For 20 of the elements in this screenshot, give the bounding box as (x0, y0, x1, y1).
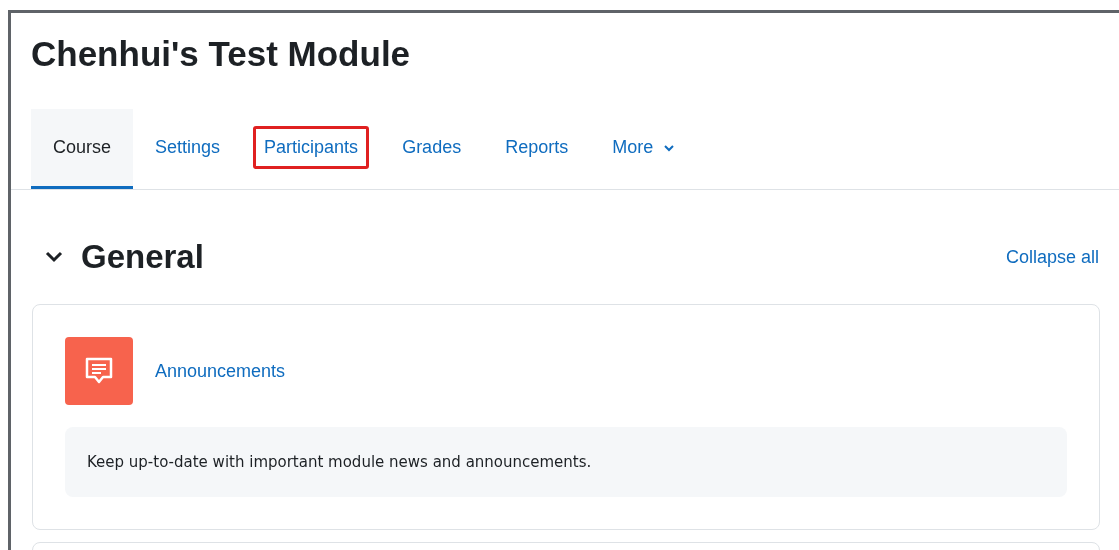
tab[interactable]: Reports (483, 109, 591, 189)
tab-label: More (611, 136, 655, 159)
tab-label: Grades (401, 136, 463, 159)
tab-label: Settings (154, 136, 222, 159)
tab-label: Participants (253, 126, 370, 169)
tab-label: Course (52, 136, 113, 159)
tab[interactable]: Participants (242, 109, 381, 189)
collapse-all-link[interactable]: Collapse all (1005, 246, 1099, 268)
activity-description: Keep up-to-date with important module news and announcements. (65, 427, 1067, 497)
tab[interactable]: More (590, 109, 686, 189)
course-title: Chenhui's Test Module (30, 33, 412, 75)
tab[interactable]: Grades (380, 109, 484, 189)
chevron-icon[interactable] (45, 251, 63, 263)
section-title: General (81, 238, 204, 276)
tab-label: Reports (504, 136, 570, 159)
tab[interactable]: Settings (133, 109, 243, 189)
forum-icon (65, 337, 133, 405)
caret-icon (664, 143, 675, 152)
tab[interactable]: Course (31, 109, 134, 189)
activity-link[interactable]: Announcements (155, 360, 286, 382)
